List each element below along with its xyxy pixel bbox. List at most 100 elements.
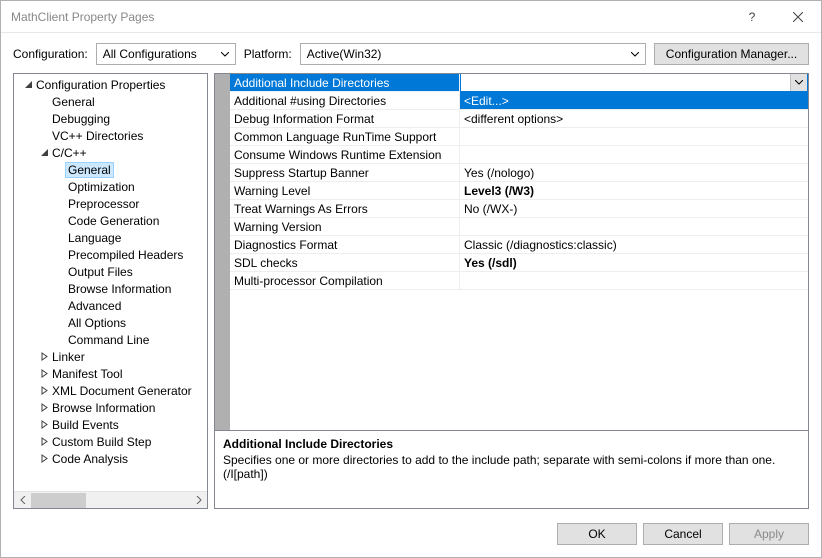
window-title: MathClient Property Pages	[11, 10, 729, 24]
property-value[interactable]	[460, 128, 808, 145]
tree-item-label: Code Generation	[68, 214, 159, 228]
property-value[interactable]	[460, 272, 808, 289]
tree-item-advanced[interactable]: Advanced	[14, 297, 207, 314]
tree-expander-icon[interactable]	[36, 386, 52, 395]
apply-button[interactable]: Apply	[729, 523, 809, 545]
tree-item-vc-directories[interactable]: VC++ Directories	[14, 127, 207, 144]
tree-item-browse-information[interactable]: Browse Information	[14, 399, 207, 416]
property-row[interactable]: Warning Level Level3 (/W3)	[230, 182, 808, 200]
property-row[interactable]: Common Language RunTime Support	[230, 128, 808, 146]
tree-item-label: Custom Build Step	[52, 435, 151, 449]
tree-expander-icon[interactable]	[36, 437, 52, 446]
property-name: Warning Level	[230, 182, 460, 199]
tree-expander-icon[interactable]	[36, 369, 52, 378]
tree-expander-icon[interactable]	[36, 352, 52, 361]
scrollbar-thumb[interactable]	[31, 493, 86, 508]
tree-expander-icon[interactable]	[36, 420, 52, 429]
property-row[interactable]: Additional Include Directories	[230, 74, 808, 92]
tree-item-output-files[interactable]: Output Files	[14, 263, 207, 280]
config-tree[interactable]: Configuration PropertiesGeneralDebugging…	[14, 74, 207, 491]
tree-item-manifest-tool[interactable]: Manifest Tool	[14, 365, 207, 382]
property-value-text: Level3 (/W3)	[464, 184, 534, 198]
property-value-text: Classic (/diagnostics:classic)	[464, 238, 617, 252]
property-value[interactable]: Yes (/sdl)	[460, 254, 808, 271]
property-value[interactable]: No (/WX-)	[460, 200, 808, 217]
property-row[interactable]: Treat Warnings As Errors No (/WX-)	[230, 200, 808, 218]
tree-item-custom-build-step[interactable]: Custom Build Step	[14, 433, 207, 450]
property-value[interactable]: Level3 (/W3)	[460, 182, 808, 199]
tree-item-label: XML Document Generator	[52, 384, 192, 398]
property-row[interactable]: Warning Version	[230, 218, 808, 236]
property-value[interactable]: Yes (/nologo)	[460, 164, 808, 181]
tree-item-build-events[interactable]: Build Events	[14, 416, 207, 433]
scroll-right-icon[interactable]	[190, 492, 207, 509]
tree-item-preprocessor[interactable]: Preprocessor	[14, 195, 207, 212]
property-row[interactable]: Debug Information Format<different optio…	[230, 110, 808, 128]
tree-item-c-c-[interactable]: C/C++	[14, 144, 207, 161]
property-value[interactable]	[460, 146, 808, 163]
property-value[interactable]: Classic (/diagnostics:classic)	[460, 236, 808, 253]
platform-combo[interactable]: Active(Win32)	[300, 43, 646, 65]
close-button[interactable]	[775, 1, 821, 33]
tree-item-language[interactable]: Language	[14, 229, 207, 246]
tree-item-label: Language	[68, 231, 121, 245]
tree-item-precompiled-headers[interactable]: Precompiled Headers	[14, 246, 207, 263]
property-value-text: Yes (/sdl)	[464, 256, 517, 270]
tree-expander-icon[interactable]	[20, 80, 36, 89]
tree-item-label: Linker	[52, 350, 85, 364]
apply-label: Apply	[754, 527, 784, 541]
tree-expander-icon[interactable]	[36, 403, 52, 412]
property-value[interactable]	[460, 74, 808, 92]
tree-item-label: General	[65, 162, 114, 178]
tree-item-label: Browse Information	[52, 401, 155, 415]
tree-expander-icon[interactable]	[36, 454, 52, 463]
property-value-text: <Edit...>	[464, 94, 509, 108]
property-value[interactable]: <Edit...>	[460, 92, 808, 109]
tree-item-code-generation[interactable]: Code Generation	[14, 212, 207, 229]
tree-item-optimization[interactable]: Optimization	[14, 178, 207, 195]
tree-item-command-line[interactable]: Command Line	[14, 331, 207, 348]
ok-button[interactable]: OK	[557, 523, 637, 545]
tree-item-debugging[interactable]: Debugging	[14, 110, 207, 127]
property-value[interactable]: <different options>	[460, 110, 808, 127]
tree-item-general[interactable]: General	[14, 161, 207, 178]
tree-item-code-analysis[interactable]: Code Analysis	[14, 450, 207, 467]
tree-item-configuration-properties[interactable]: Configuration Properties	[14, 76, 207, 93]
property-value-text: No (/WX-)	[464, 202, 517, 216]
tree-item-label: Configuration Properties	[36, 78, 165, 92]
property-value[interactable]	[460, 218, 808, 235]
property-row[interactable]: Additional #using Directories<Edit...>	[230, 92, 808, 110]
help-button[interactable]: ?	[729, 1, 775, 33]
tree-item-label: Debugging	[52, 112, 110, 126]
tree-item-linker[interactable]: Linker	[14, 348, 207, 365]
tree-item-all-options[interactable]: All Options	[14, 314, 207, 331]
property-name: Warning Version	[230, 218, 460, 235]
property-name: Common Language RunTime Support	[230, 128, 460, 145]
property-row[interactable]: Consume Windows Runtime Extension	[230, 146, 808, 164]
property-row[interactable]: Diagnostics Format Classic (/diagnostics:…	[230, 236, 808, 254]
property-name: Diagnostics Format	[230, 236, 460, 253]
grid-gutter	[215, 74, 230, 430]
footer: OK Cancel Apply	[1, 515, 821, 557]
tree-item-xml-document-generator[interactable]: XML Document Generator	[14, 382, 207, 399]
configuration-manager-button[interactable]: Configuration Manager...	[654, 43, 809, 65]
tree-item-label: Precompiled Headers	[68, 248, 183, 262]
tree-item-general[interactable]: General	[14, 93, 207, 110]
property-name: Consume Windows Runtime Extension	[230, 146, 460, 163]
configuration-label: Configuration:	[13, 47, 88, 61]
tree-horizontal-scrollbar[interactable]	[14, 491, 207, 508]
property-value-text: Yes (/nologo)	[464, 166, 534, 180]
dropdown-button[interactable]	[790, 74, 807, 91]
configuration-combo[interactable]: All Configurations	[96, 43, 236, 65]
cancel-button[interactable]: Cancel	[643, 523, 723, 545]
property-row[interactable]: SDL checksYes (/sdl)	[230, 254, 808, 272]
description-text: Specifies one or more directories to add…	[223, 453, 800, 481]
tree-item-browse-information[interactable]: Browse Information	[14, 280, 207, 297]
scroll-left-icon[interactable]	[14, 492, 31, 509]
tree-expander-icon[interactable]	[36, 148, 52, 157]
description-title: Additional Include Directories	[223, 437, 800, 451]
property-name: Treat Warnings As Errors	[230, 200, 460, 217]
property-row[interactable]: Multi-processor Compilation	[230, 272, 808, 290]
property-row[interactable]: Suppress Startup BannerYes (/nologo)	[230, 164, 808, 182]
tree-item-label: Optimization	[68, 180, 135, 194]
